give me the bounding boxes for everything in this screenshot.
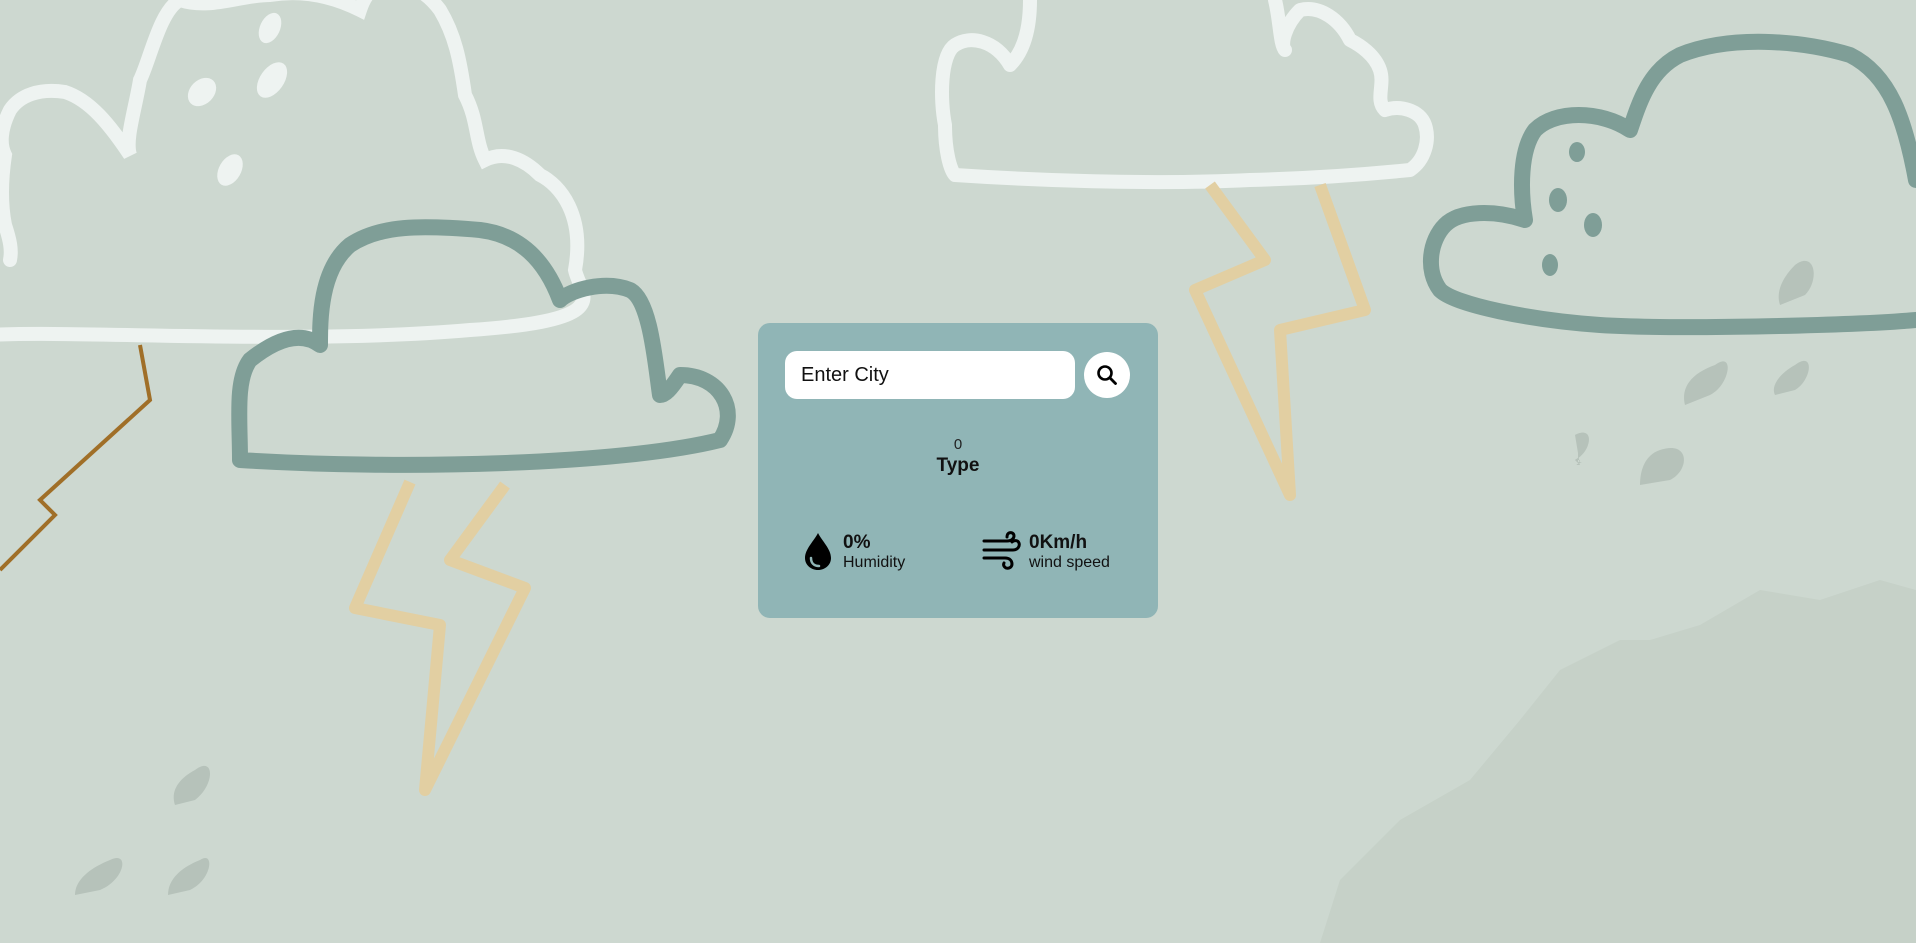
water-drop-icon bbox=[805, 533, 831, 570]
lightning-decoration bbox=[349, 479, 531, 796]
wind-icon bbox=[982, 531, 1021, 570]
cloud-decoration bbox=[0, 0, 591, 344]
humidity-label: Humidity bbox=[843, 554, 906, 571]
rain-drop-decoration bbox=[1549, 188, 1567, 212]
cloud-decoration bbox=[231, 219, 736, 473]
rain-drop-decoration bbox=[1778, 260, 1814, 305]
lightning-decoration bbox=[0, 344, 153, 572]
search-bar bbox=[785, 351, 1131, 399]
rain-drop-decoration bbox=[1542, 254, 1558, 276]
rain-drop-decoration bbox=[75, 857, 123, 895]
rain-drop-decoration bbox=[1640, 447, 1684, 485]
rain-drop-decoration bbox=[1584, 213, 1602, 237]
weather-card: 0 Type 0% Humidity 0Km/h wind speed bbox=[758, 323, 1158, 618]
search-button[interactable] bbox=[1084, 352, 1130, 398]
rain-drop-decoration bbox=[173, 765, 210, 805]
rain-drop-decoration bbox=[1684, 361, 1728, 405]
search-icon bbox=[1097, 365, 1117, 385]
weather-type: Type bbox=[936, 455, 980, 476]
rain-drop-decoration bbox=[1773, 360, 1809, 395]
wind-speed-label: wind speed bbox=[1029, 554, 1110, 571]
hill-decoration bbox=[1320, 580, 1916, 943]
rain-drop-decoration bbox=[187, 77, 217, 107]
wind-speed-value: 0Km/h bbox=[1029, 532, 1088, 553]
temperature-value: 0 bbox=[953, 436, 963, 453]
cloud-decoration bbox=[935, 0, 1434, 190]
lightning-decoration bbox=[1189, 181, 1371, 501]
humidity-value: 0% bbox=[843, 532, 871, 553]
city-search-input[interactable] bbox=[785, 351, 1075, 399]
rain-drop-decoration bbox=[168, 857, 210, 895]
rain-drop-decoration bbox=[1569, 142, 1585, 162]
cloud-decoration bbox=[1422, 33, 1916, 336]
rain-drop-decoration bbox=[256, 62, 288, 98]
rain-drop-decoration bbox=[258, 12, 282, 44]
rain-drop-decoration bbox=[217, 154, 243, 186]
